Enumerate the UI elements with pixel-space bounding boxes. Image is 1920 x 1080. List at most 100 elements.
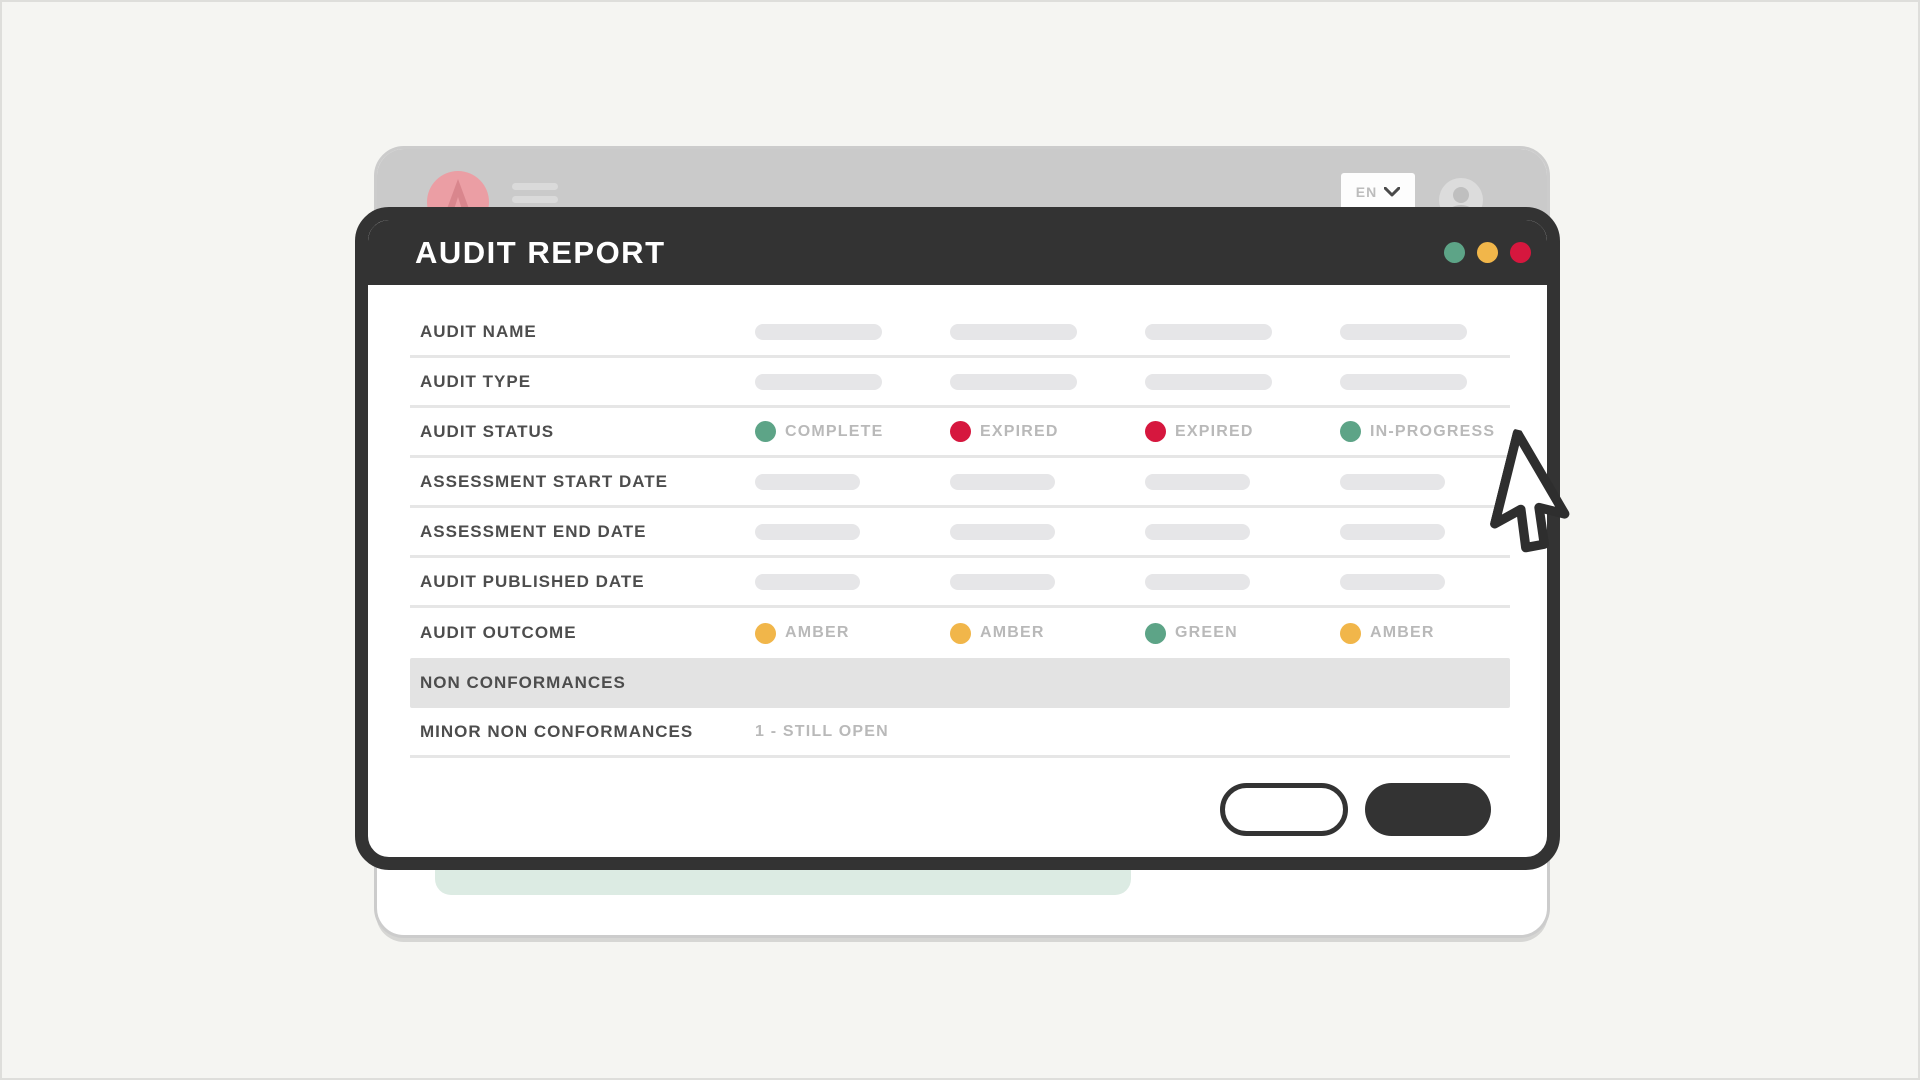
- row-label: AUDIT NAME: [410, 322, 755, 342]
- status-label: AMBER: [980, 624, 1045, 642]
- status-dot-green: [1145, 623, 1166, 644]
- placeholder-pill: [950, 324, 1077, 340]
- row-cell: [950, 474, 1145, 490]
- row-cell: [1340, 324, 1467, 340]
- row-value: 1 - STILL OPEN: [755, 723, 889, 741]
- row-label: ASSESSMENT START DATE: [410, 472, 755, 492]
- row-cell: [1145, 574, 1340, 590]
- status-label: EXPIRED: [980, 423, 1059, 441]
- placeholder-pill: [1145, 474, 1250, 490]
- row-cell: EXPIRED: [950, 421, 1145, 442]
- table-row: AUDIT TYPE: [410, 358, 1510, 408]
- row-cell: EXPIRED: [1145, 421, 1340, 442]
- status-label: COMPLETE: [785, 423, 884, 441]
- status-label: EXPIRED: [1175, 423, 1254, 441]
- status-label: AMBER: [1370, 624, 1435, 642]
- window-control-green-icon[interactable]: [1444, 242, 1465, 263]
- row-cell: [1145, 524, 1340, 540]
- placeholder-pill: [755, 524, 860, 540]
- table-row: MINOR NON CONFORMANCES1 - STILL OPEN: [410, 708, 1510, 758]
- row-cell: [950, 374, 1145, 390]
- page-background: EN AUDIT REPORT AUDIT NAMEAUDIT TYPEAUDI…: [0, 0, 1920, 1080]
- row-cell: GREEN: [1145, 623, 1340, 644]
- row-cell: IN-PROGRESS: [1340, 421, 1495, 442]
- modal-footer-buttons: [1220, 783, 1491, 836]
- row-label: AUDIT STATUS: [410, 422, 755, 442]
- status-label: IN-PROGRESS: [1370, 423, 1495, 441]
- status-label: GREEN: [1175, 624, 1238, 642]
- window-control-red-icon[interactable]: [1510, 242, 1531, 263]
- row-cell: [1145, 324, 1340, 340]
- table-row: NON CONFORMANCES: [410, 658, 1510, 708]
- secondary-button[interactable]: [1220, 783, 1348, 836]
- row-cell: 1 - STILL OPEN: [755, 723, 889, 741]
- placeholder-pill: [1340, 574, 1445, 590]
- placeholder-pill: [950, 374, 1077, 390]
- row-cell: COMPLETE: [755, 421, 950, 442]
- status-dot-green: [1340, 421, 1361, 442]
- table-row: AUDIT OUTCOME AMBER AMBER GREEN AMBER: [410, 608, 1510, 658]
- placeholder-pill: [1340, 324, 1467, 340]
- table-row: AUDIT PUBLISHED DATE: [410, 558, 1510, 608]
- placeholder-pill: [1340, 374, 1467, 390]
- row-cell: [1340, 574, 1445, 590]
- row-cell: [755, 574, 950, 590]
- row-label: AUDIT TYPE: [410, 372, 755, 392]
- placeholder-pill: [1340, 474, 1445, 490]
- placeholder-pill: [950, 574, 1055, 590]
- placeholder-pill: [755, 574, 860, 590]
- status-dot-amber: [1340, 623, 1361, 644]
- window-control-amber-icon[interactable]: [1477, 242, 1498, 263]
- placeholder-pill: [1145, 524, 1250, 540]
- row-label: AUDIT PUBLISHED DATE: [410, 572, 755, 592]
- row-cell: [1340, 524, 1445, 540]
- table-row: AUDIT STATUS COMPLETE EXPIRED EXPIRED IN-PRO…: [410, 408, 1510, 458]
- row-label: AUDIT OUTCOME: [410, 623, 755, 643]
- window-controls: [1444, 242, 1531, 263]
- placeholder-pill: [1145, 574, 1250, 590]
- table-row: ASSESSMENT START DATE: [410, 458, 1510, 508]
- row-cell: AMBER: [755, 623, 950, 644]
- row-label: MINOR NON CONFORMANCES: [410, 722, 755, 742]
- row-cell: AMBER: [1340, 623, 1435, 644]
- placeholder-pill: [950, 524, 1055, 540]
- row-cell: [755, 324, 950, 340]
- row-label: NON CONFORMANCES: [410, 673, 755, 693]
- row-cell: [1145, 474, 1340, 490]
- row-cell: [950, 524, 1145, 540]
- status-dot-amber: [755, 623, 776, 644]
- status-label: AMBER: [785, 624, 850, 642]
- placeholder-pill: [755, 474, 860, 490]
- placeholder-pill: [1145, 374, 1272, 390]
- placeholder-pill: [950, 474, 1055, 490]
- modal-title: AUDIT REPORT: [415, 235, 666, 271]
- status-dot-red: [1145, 421, 1166, 442]
- row-cell: [755, 524, 950, 540]
- placeholder-pill: [1340, 524, 1445, 540]
- row-cell: [950, 574, 1145, 590]
- menu-icon[interactable]: [512, 183, 558, 209]
- row-cell: AMBER: [950, 623, 1145, 644]
- language-value: EN: [1356, 184, 1377, 200]
- chevron-down-icon: [1384, 187, 1400, 197]
- audit-report-table: AUDIT NAME AUDIT TYPE AUDIT STATUS COMPLETE…: [410, 308, 1510, 758]
- status-dot-amber: [950, 623, 971, 644]
- audit-report-modal: AUDIT REPORT AUDIT NAME AUDIT TYPE AUDIT S…: [355, 207, 1560, 870]
- row-cell: [1145, 374, 1340, 390]
- row-label: ASSESSMENT END DATE: [410, 522, 755, 542]
- placeholder-pill: [755, 324, 882, 340]
- row-cell: [755, 374, 950, 390]
- table-row: AUDIT NAME: [410, 308, 1510, 358]
- row-cell: [950, 324, 1145, 340]
- row-cell: [755, 474, 950, 490]
- table-row: ASSESSMENT END DATE: [410, 508, 1510, 558]
- status-dot-green: [755, 421, 776, 442]
- language-dropdown[interactable]: EN: [1341, 173, 1415, 211]
- primary-button[interactable]: [1365, 783, 1491, 836]
- modal-title-bar: AUDIT REPORT: [368, 220, 1547, 285]
- row-cell: [1340, 474, 1445, 490]
- placeholder-pill: [1145, 324, 1272, 340]
- placeholder-pill: [755, 374, 882, 390]
- row-cell: [1340, 374, 1467, 390]
- status-dot-red: [950, 421, 971, 442]
